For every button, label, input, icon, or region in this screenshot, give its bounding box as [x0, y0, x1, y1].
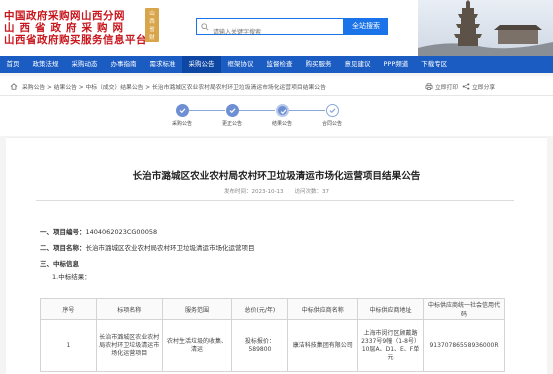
project-number-label: 一、项目编号：	[40, 228, 86, 236]
article-panel: 长治市潞城区农业农村局农村环卫垃圾清运市场化运营项目结果公告 发布时间：2023…	[6, 137, 547, 374]
step-item[interactable]: 更正公告	[212, 104, 252, 127]
nav-item[interactable]: 需求标准	[143, 56, 182, 73]
share-label: 立即分享	[472, 85, 496, 91]
step-label: 更正公告	[221, 121, 242, 127]
share-icon	[462, 83, 470, 90]
print-label: 立即打印	[435, 85, 459, 91]
main-nav: 首页 政策法规 采购动态 办事指南 需求标准 采购公告 框架协议 监督检查 购买服务 意见建议 PP…	[0, 56, 553, 73]
check-icon	[325, 104, 339, 117]
table-header-cell: 中标供应商名称	[287, 298, 359, 320]
nav-item[interactable]: 采购公告	[182, 56, 221, 73]
nav-item[interactable]: 意见建议	[338, 56, 377, 73]
nav-item[interactable]: 政策法规	[26, 56, 65, 73]
pagoda-banner-image	[418, 0, 553, 56]
search-button[interactable]: 全站搜索	[344, 18, 388, 35]
home-icon[interactable]	[10, 83, 18, 90]
table-cell: 投标报价：589800	[231, 319, 289, 372]
breadcrumb-bar: 采购公告 > 结果公告 > 中标（成交）结果公告 > 长治市潞城区农业农村局农村…	[0, 76, 553, 96]
project-number-value: 1404062023CG00058	[85, 228, 158, 236]
table-header-cell: 中标供应商地址	[357, 298, 424, 320]
divider	[36, 200, 514, 201]
nav-item[interactable]: 首页	[0, 56, 26, 73]
step-item[interactable]: 采购公告	[162, 104, 202, 127]
process-steps: 采购公告 更正公告 结果公告 合同公告	[0, 96, 553, 136]
sub-heading: 1.中标结果：	[52, 273, 91, 281]
section-heading: 三、中标信息	[40, 260, 79, 268]
step-label: 结果公告	[271, 121, 292, 127]
table-cell: 1	[40, 319, 97, 372]
step-label: 采购公告	[171, 121, 192, 127]
table-header-cell: 中标供应商统一社会信用代码	[422, 298, 506, 320]
print-button[interactable]: 立即打印	[425, 82, 458, 91]
nav-item[interactable]: 办事指南	[104, 56, 143, 73]
page-title: 长治市潞城区农业农村局农村环卫垃圾清运市场化运营项目结果公告	[132, 171, 421, 182]
table-cell: 农村生活垃圾的收集、清运	[161, 319, 233, 372]
table-header-row: 序号 标项名称 服务范围 总价(元/年) 中标供应商名称 中标供应商地址 中标供应商统一社会…	[40, 298, 506, 320]
site-header: 中国政府采购网山西分网 山西省政府采购网 山西省政府购买服务信息平台 山西省财政…	[0, 0, 553, 73]
check-icon	[275, 104, 289, 117]
table-header-cell: 总价(元/年)	[231, 298, 289, 320]
breadcrumb: 采购公告 > 结果公告 > 中标（成交）结果公告 > 长治市潞城区农业农村局农村…	[10, 82, 326, 91]
table-cell: 康洁科技集团有限公司	[287, 319, 359, 372]
step-item[interactable]: 结果公告	[262, 104, 302, 127]
logo-line-3[interactable]: 山西省政府购买服务信息平台	[4, 32, 147, 47]
table-cell: 上海市闵行区顾戴路2337号9幢（1-8号）10层A、D1、E、F单元	[357, 319, 424, 372]
table-cell: 91370786558936000R	[422, 319, 506, 372]
table-cell: 长治市潞城区农业农村局农村环卫垃圾清运市场化运营项目	[95, 319, 163, 372]
project-name-line: 二、项目名称：长治市潞城区农业农村局农村环卫垃圾清运市场化运营项目	[40, 242, 255, 252]
project-number-line: 一、项目编号：1404062023CG00058	[40, 226, 157, 236]
table-header-cell: 服务范围	[161, 298, 233, 320]
project-name-label: 二、项目名称：	[40, 244, 86, 252]
table-header-cell: 标项名称	[95, 298, 163, 320]
nav-item[interactable]: 下载专区	[415, 56, 454, 73]
seal-badge: 山西省财政厅主办	[145, 8, 159, 73]
search-input[interactable]	[197, 25, 343, 40]
project-name-value: 长治市潞城区农业农村局农村环卫垃圾清运市场化运营项目	[85, 244, 255, 252]
nav-item[interactable]: 采购动态	[65, 56, 104, 73]
breadcrumb-text[interactable]: 采购公告 > 结果公告 > 中标（成交）结果公告 > 长治市潞城区农业农村局农村…	[22, 82, 326, 91]
nav-item[interactable]: 监督检查	[260, 56, 299, 73]
search-icon	[201, 23, 209, 31]
nav-item[interactable]: PPP频道	[377, 56, 415, 73]
nav-item[interactable]: 框架协议	[221, 56, 260, 73]
step-item[interactable]: 合同公告	[312, 104, 352, 127]
share-button[interactable]: 立即分享	[462, 82, 495, 91]
search-box	[196, 18, 344, 40]
table-row: 1 长治市潞城区农业农村局农村环卫垃圾清运市场化运营项目 农村生活垃圾的收集、清运投…	[40, 319, 506, 372]
publish-meta: 发布时间：2023-10-13 访问次数：37	[224, 189, 329, 195]
table-header-cell: 序号	[40, 298, 97, 320]
step-label: 合同公告	[321, 121, 342, 127]
check-icon	[175, 104, 189, 117]
printer-icon	[425, 83, 433, 90]
check-icon	[225, 104, 239, 117]
nav-item[interactable]: 购买服务	[299, 56, 338, 73]
result-table: 序号 标项名称 服务范围 总价(元/年) 中标供应商名称 中标供应商地址 中标供应商统一社会…	[40, 298, 506, 372]
